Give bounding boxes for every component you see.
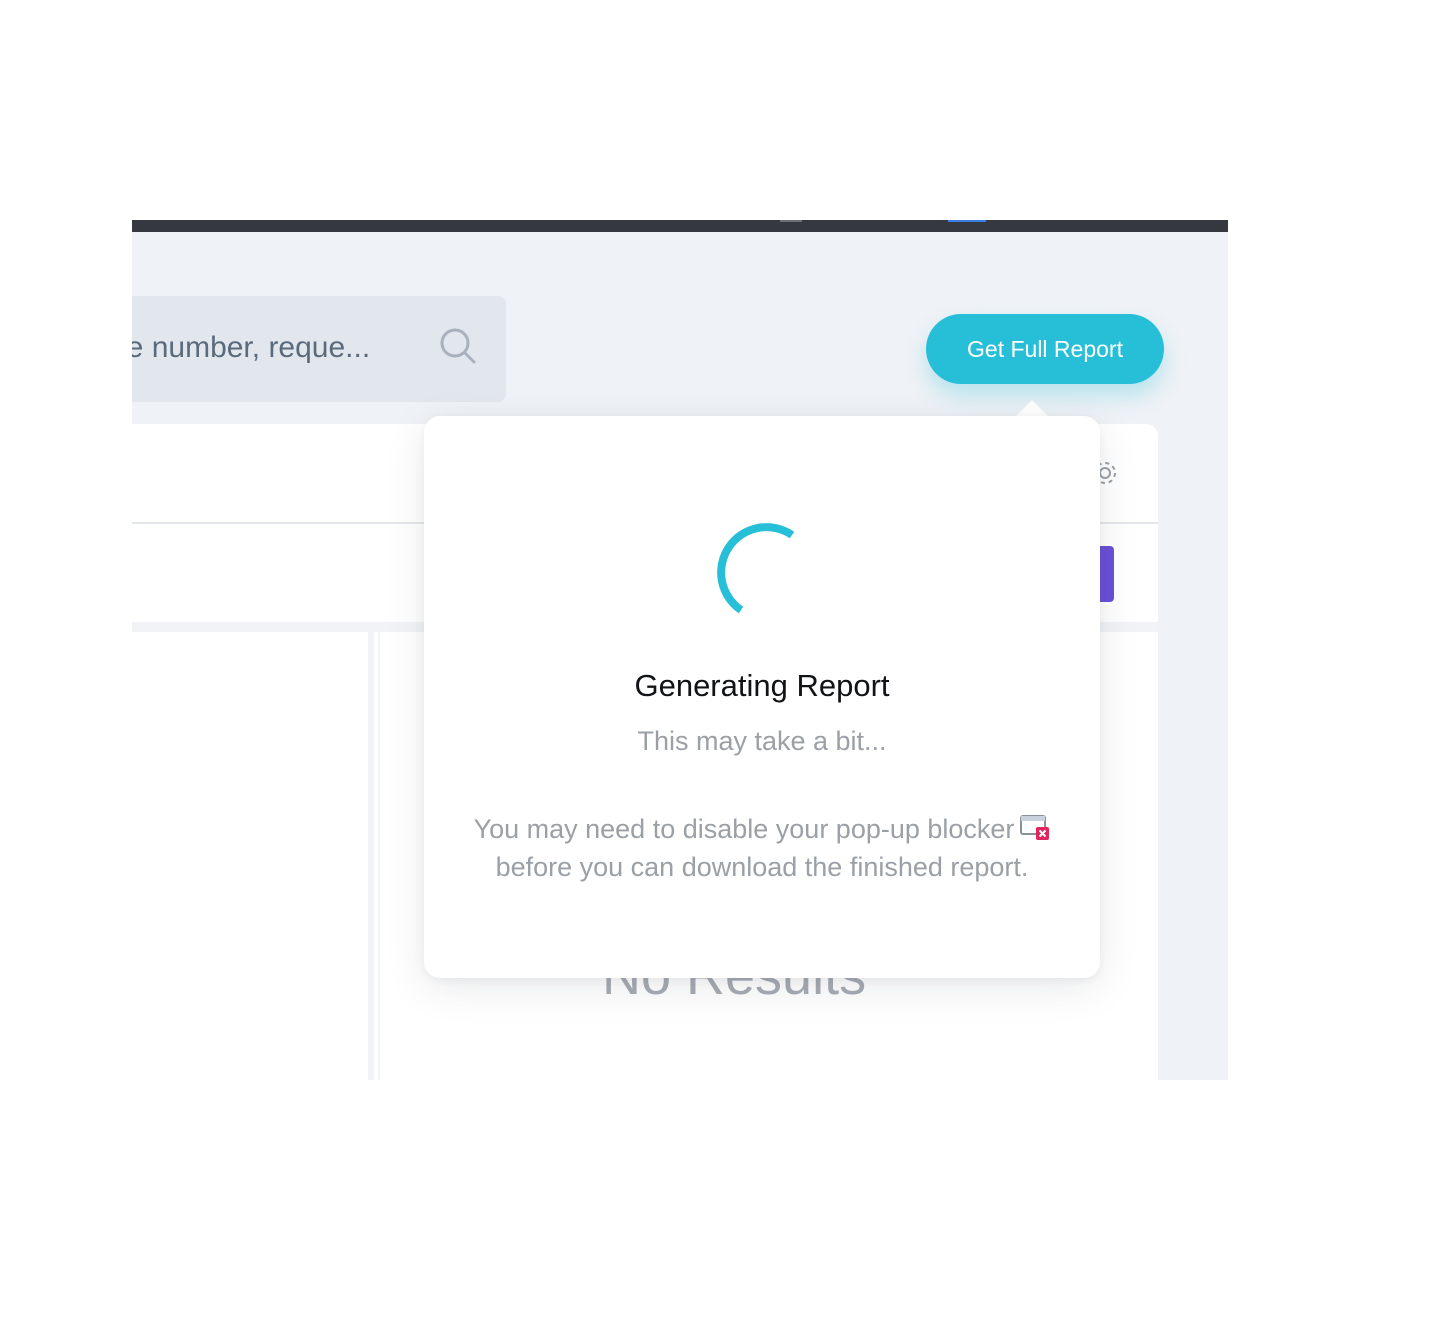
topbar-indicator xyxy=(780,220,802,222)
generating-report-popover: Generating Report This may take a bit...… xyxy=(424,416,1100,978)
popover-subtitle: This may take a bit... xyxy=(637,726,887,756)
top-bar xyxy=(132,220,1228,232)
search-input[interactable] xyxy=(132,326,420,370)
topbar-active-indicator xyxy=(948,220,986,222)
column-border xyxy=(378,632,380,1080)
search-box[interactable] xyxy=(132,296,506,402)
loading-spinner-icon xyxy=(717,523,795,614)
popup-blocker-note: You may need to disable your pop-up bloc… xyxy=(444,810,1080,886)
popover-title: Generating Report xyxy=(634,668,890,703)
note-line-2: before you can download the finished rep… xyxy=(495,852,1029,882)
column-divider xyxy=(368,632,374,1080)
popup-blocker-icon xyxy=(1020,815,1050,840)
note-line-1: You may need to disable your pop-up bloc… xyxy=(473,814,1015,844)
search-icon[interactable] xyxy=(438,326,478,366)
popover-arrow xyxy=(1016,400,1048,416)
get-full-report-button[interactable]: Get Full Report xyxy=(926,314,1164,384)
